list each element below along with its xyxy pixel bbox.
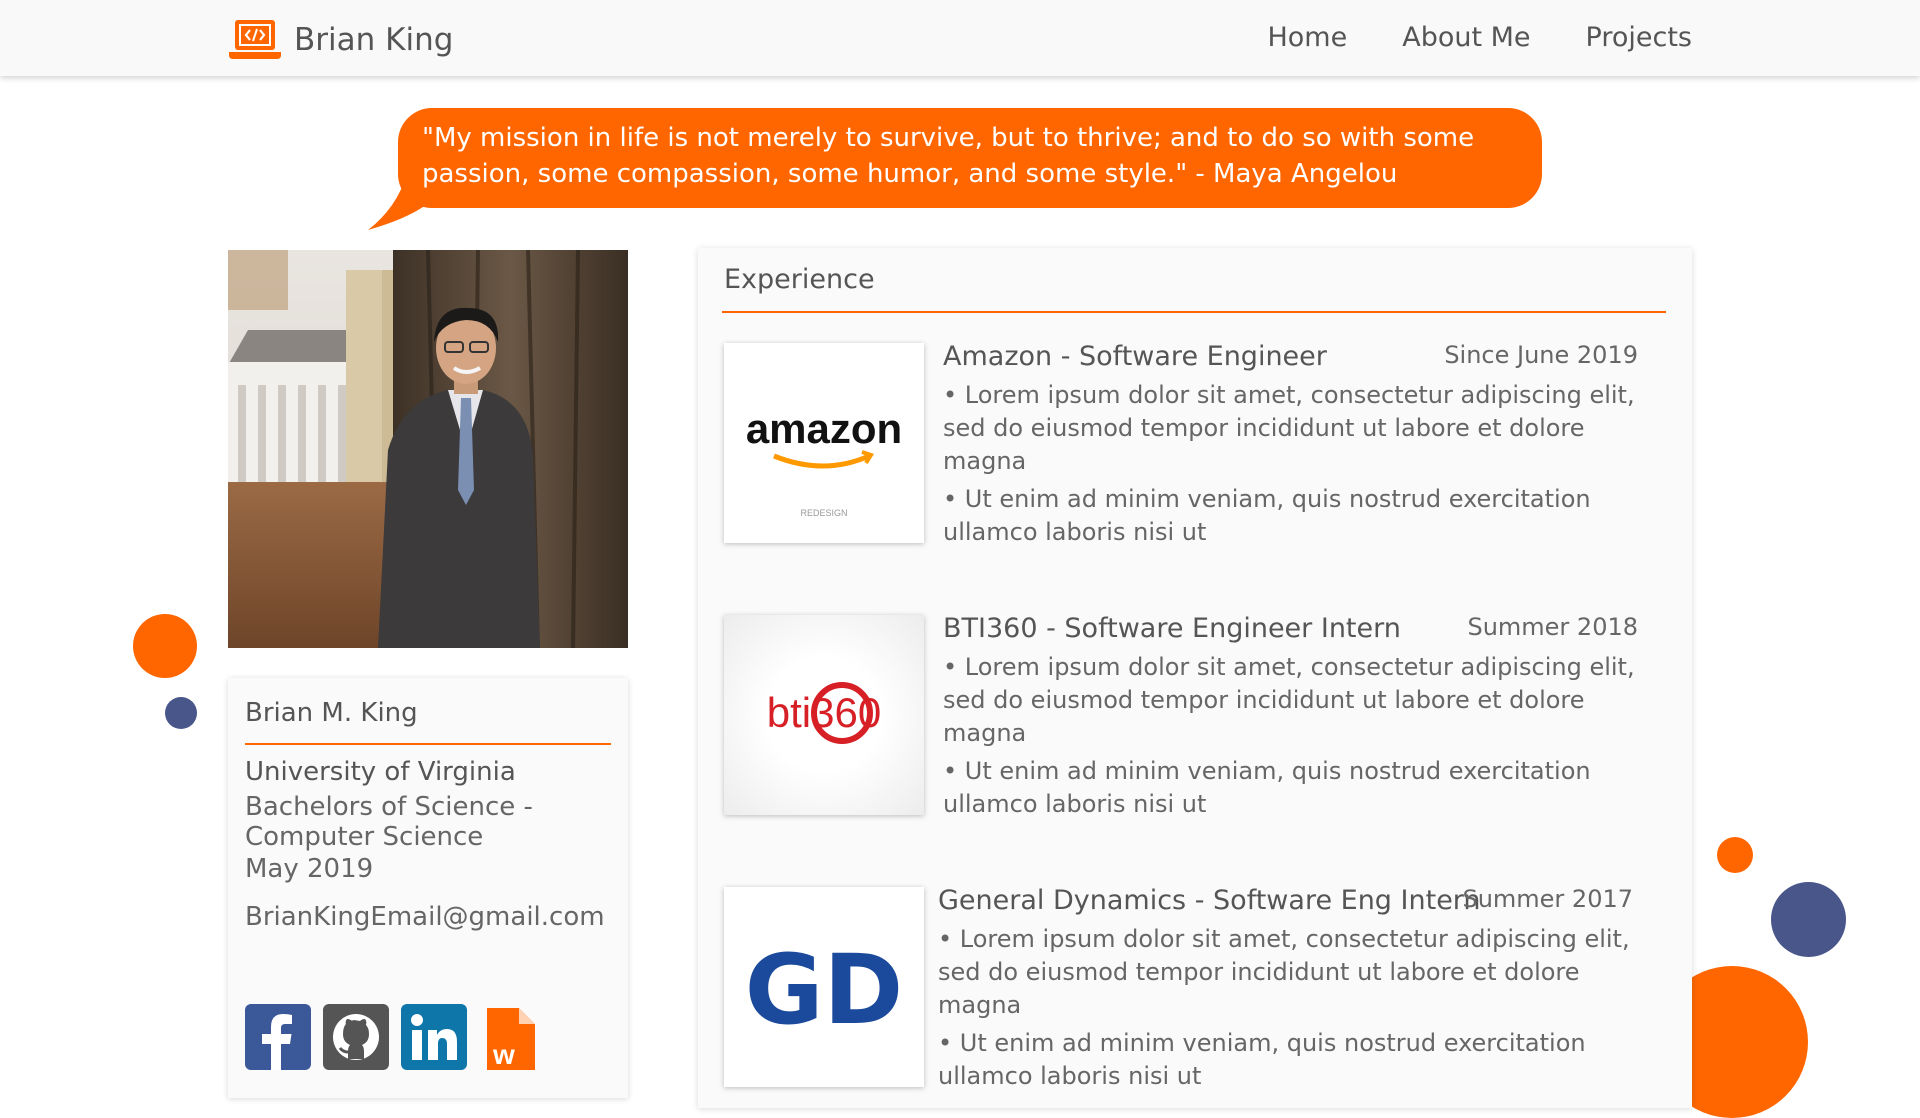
profile-graduation-date: May 2019 [245, 854, 374, 884]
quote-text: "My mission in life is not merely to sur… [422, 123, 1475, 189]
bti360-logo: bti360 [724, 615, 924, 815]
quote-bubble: "My mission in life is not merely to sur… [368, 108, 1572, 230]
svg-text:REDESIGN: REDESIGN [800, 508, 847, 518]
profile-card: Brian M. King University of Virginia Bac… [228, 678, 628, 1098]
profile-degree: Bachelors of Science - Computer Science [245, 792, 533, 852]
job-bullet: • Lorem ipsum dolor sit amet, consectetu… [938, 925, 1630, 1019]
laptop-code-icon [229, 20, 281, 59]
profile-name: Brian M. King [245, 698, 418, 728]
job-date: Summer 2018 [1467, 613, 1638, 641]
job-entry-bti360: bti360 BTI360 - Software Engineer Intern… [724, 613, 1664, 818]
job-entry-amazon: amazon REDESIGN Amazon - Software Engine… [724, 341, 1664, 546]
brand-name: Brian King [294, 22, 454, 58]
decor-circle [1771, 882, 1846, 957]
social-links: w [245, 1004, 545, 1070]
job-bullet: • Ut enim ad minim veniam, quis nostrud … [943, 485, 1591, 546]
job-date: Summer 2017 [1462, 885, 1633, 913]
job-entry-general-dynamics: GD General Dynamics - Software Eng Inter… [724, 885, 1664, 1090]
svg-text:GD: GD [745, 934, 903, 1046]
profile-university: University of Virginia [245, 757, 516, 787]
decor-circle [133, 614, 197, 678]
job-title: General Dynamics - Software Eng Intern [938, 885, 1481, 916]
wordpress-doc-icon[interactable]: w [479, 1004, 545, 1070]
svg-text:bti360: bti360 [767, 689, 881, 736]
job-bullets: • Lorem ipsum dolor sit amet, consectetu… [943, 651, 1643, 826]
linkedin-icon[interactable] [401, 1004, 467, 1070]
svg-text:amazon: amazon [746, 405, 902, 452]
general-dynamics-logo: GD [724, 887, 924, 1087]
github-icon[interactable] [323, 1004, 389, 1070]
job-bullets: • Lorem ipsum dolor sit amet, consectetu… [943, 379, 1643, 554]
nav-links: Home About Me Projects [1267, 22, 1692, 53]
job-title: BTI360 - Software Engineer Intern [943, 613, 1401, 644]
nav-projects[interactable]: Projects [1586, 22, 1692, 53]
decor-circle [1717, 837, 1753, 873]
nav-about-me[interactable]: About Me [1402, 22, 1530, 53]
facebook-icon[interactable] [245, 1004, 311, 1070]
profile-photo [228, 250, 628, 648]
job-bullet: • Ut enim ad minim veniam, quis nostrud … [938, 1029, 1586, 1090]
nav-home[interactable]: Home [1267, 22, 1347, 53]
job-bullet: • Lorem ipsum dolor sit amet, consectetu… [943, 381, 1635, 475]
job-bullet: • Lorem ipsum dolor sit amet, consectetu… [943, 653, 1635, 747]
job-bullets: • Lorem ipsum dolor sit amet, consectetu… [938, 923, 1638, 1098]
experience-panel: Experience amazon REDESIGN Amazon - Soft… [698, 248, 1692, 1108]
divider [245, 743, 611, 745]
profile-email[interactable]: BrianKingEmail@gmail.com [245, 902, 605, 932]
job-date: Since June 2019 [1444, 341, 1638, 369]
brand-link[interactable]: Brian King [228, 18, 453, 62]
amazon-logo: amazon REDESIGN [724, 343, 924, 543]
svg-text:w: w [492, 1039, 515, 1070]
top-navbar: Brian King Home About Me Projects [0, 0, 1920, 76]
job-bullet: • Ut enim ad minim veniam, quis nostrud … [943, 757, 1591, 818]
experience-heading: Experience [724, 264, 875, 295]
divider [722, 311, 1666, 313]
decor-circle [165, 697, 197, 729]
job-title: Amazon - Software Engineer [943, 341, 1327, 372]
